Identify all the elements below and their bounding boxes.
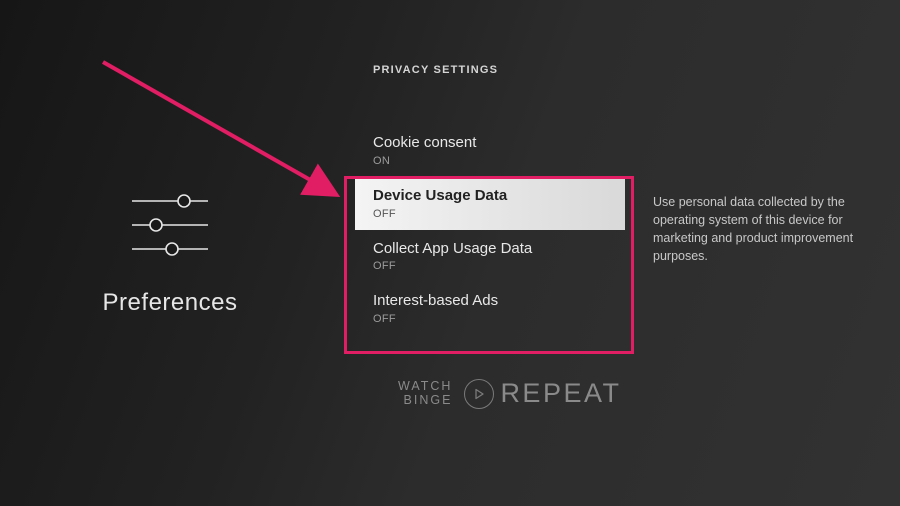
item-label: Interest-based Ads bbox=[373, 292, 607, 311]
item-description: Use personal data collected by the opera… bbox=[653, 193, 861, 266]
item-label: Device Usage Data bbox=[373, 187, 607, 206]
item-label: Cookie consent bbox=[373, 134, 607, 153]
item-value: OFF bbox=[373, 260, 607, 272]
watermark-left: WATCH BINGE bbox=[398, 380, 452, 406]
item-cookie-consent[interactable]: Cookie consent ON bbox=[355, 124, 625, 177]
page-title: Preferences bbox=[103, 289, 238, 317]
watermark-line2: BINGE bbox=[404, 394, 453, 407]
settings-column: PRIVACY SETTINGS Cookie consent ON Devic… bbox=[355, 64, 625, 335]
watermark-right: REPEAT bbox=[500, 378, 621, 409]
item-value: ON bbox=[373, 155, 607, 167]
watermark: WATCH BINGE REPEAT bbox=[398, 378, 621, 409]
item-interest-based-ads[interactable]: Interest-based Ads OFF bbox=[355, 282, 625, 335]
section-heading: PRIVACY SETTINGS bbox=[373, 64, 625, 76]
item-label: Collect App Usage Data bbox=[373, 240, 607, 259]
item-value: OFF bbox=[373, 208, 607, 220]
play-icon bbox=[464, 379, 494, 409]
item-value: OFF bbox=[373, 313, 607, 325]
sliders-icon bbox=[122, 189, 218, 261]
watermark-line1: WATCH bbox=[398, 380, 452, 393]
item-collect-app-usage[interactable]: Collect App Usage Data OFF bbox=[355, 230, 625, 283]
left-panel: Preferences bbox=[0, 0, 340, 506]
item-device-usage-data[interactable]: Device Usage Data OFF bbox=[355, 177, 625, 230]
